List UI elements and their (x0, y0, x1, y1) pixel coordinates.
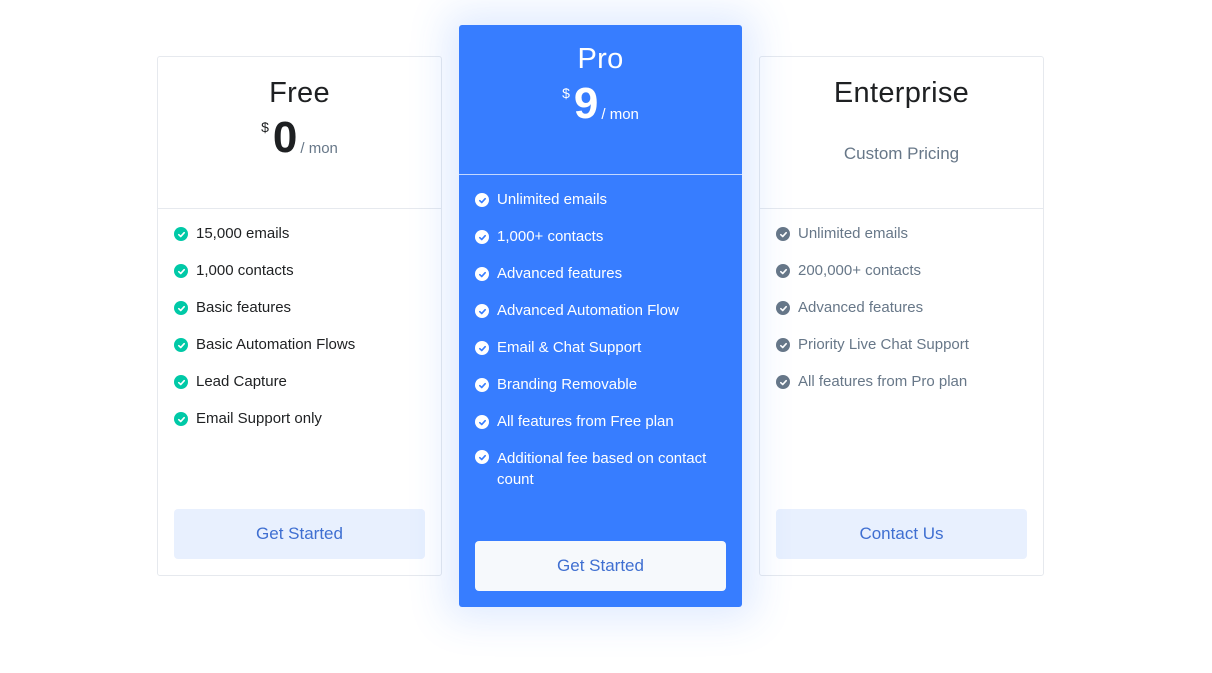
pricing-card-pro: Pro $ 9 / mon Unlimited emails 1,000+ con… (459, 25, 742, 607)
feature-label: Advanced features (497, 265, 623, 282)
feature-item: Priority Live Chat Support (776, 336, 1043, 373)
feature-item: All features from Free plan (475, 413, 742, 450)
feature-label: Basic features (196, 299, 292, 316)
feature-item: 1,000 contacts (174, 262, 441, 299)
feature-label: Additional fee based on contact count (497, 450, 707, 488)
feature-item: 15,000 emails (174, 225, 441, 262)
get-started-button[interactable]: Get Started (174, 509, 425, 559)
feature-label: All features from Free plan (497, 413, 674, 430)
feature-label: Unlimited emails (497, 191, 608, 208)
currency-symbol: $ (562, 85, 570, 101)
feature-item: Email Support only (174, 410, 441, 447)
card-header: Free $ 0 / mon (158, 57, 441, 209)
feature-item: 1,000+ contacts (475, 228, 742, 265)
feature-item: 200,000+ contacts (776, 262, 1043, 299)
plan-title: Enterprise (833, 77, 970, 109)
plan-price: $ 0 / mon (261, 116, 338, 160)
check-circle-icon (174, 412, 188, 426)
card-header: Enterprise Custom Pricing (760, 57, 1043, 209)
feature-label: Email & Chat Support (497, 339, 642, 356)
feature-item: Unlimited emails (776, 225, 1043, 262)
check-circle-icon (475, 415, 489, 429)
feature-label: 15,000 emails (196, 225, 290, 242)
feature-label: 200,000+ contacts (798, 262, 922, 279)
feature-item: Basic features (174, 299, 441, 336)
check-circle-icon (174, 227, 188, 241)
card-header: Pro $ 9 / mon (459, 25, 742, 175)
feature-label: Lead Capture (196, 373, 287, 390)
plan-price: $ 9 / mon (562, 82, 639, 126)
currency-symbol: $ (261, 119, 269, 135)
get-started-button[interactable]: Get Started (475, 541, 726, 591)
custom-pricing-label: Custom Pricing (843, 144, 960, 163)
price-period: / mon (300, 140, 338, 157)
feature-label: All features from Pro plan (798, 373, 968, 390)
check-circle-icon (475, 378, 489, 392)
check-circle-icon (475, 267, 489, 281)
feature-item: Advanced Automation Flow (475, 302, 742, 339)
check-circle-icon (174, 375, 188, 389)
feature-item: Email & Chat Support (475, 339, 742, 376)
pricing-card-free: Free $ 0 / mon 15,000 emails 1,000 contac… (157, 56, 442, 576)
feature-label: Priority Live Chat Support (798, 336, 969, 353)
feature-label: Email Support only (196, 410, 322, 427)
check-circle-icon (776, 338, 790, 352)
price-amount: 9 (573, 79, 599, 128)
feature-label: Unlimited emails (798, 225, 909, 242)
feature-label: 1,000+ contacts (497, 228, 604, 245)
feature-item: Advanced features (776, 299, 1043, 336)
feature-list: 15,000 emails 1,000 contacts Basic feature… (158, 209, 441, 447)
check-circle-icon (475, 450, 489, 464)
feature-item: Additional fee based on contact count (475, 448, 742, 490)
feature-label: Advanced features (798, 299, 924, 316)
check-circle-icon (475, 304, 489, 318)
check-circle-icon (475, 341, 489, 355)
check-circle-icon (776, 301, 790, 315)
feature-label: Advanced Automation Flow (497, 302, 679, 319)
plan-title: Pro (577, 43, 624, 75)
feature-label: Basic Automation Flows (196, 336, 356, 353)
pricing-card-enterprise: Enterprise Custom Pricing Unlimited emai… (759, 56, 1044, 576)
feature-label: Branding Removable (497, 376, 638, 393)
price-period: / mon (601, 106, 639, 123)
check-circle-icon (174, 338, 188, 352)
feature-item: Advanced features (475, 265, 742, 302)
check-circle-icon (174, 264, 188, 278)
feature-list: Unlimited emails 200,000+ contacts Advance… (760, 209, 1043, 410)
check-circle-icon (776, 375, 790, 389)
feature-item: Branding Removable (475, 376, 742, 413)
plan-title: Free (269, 77, 330, 109)
check-circle-icon (174, 301, 188, 315)
feature-item: Unlimited emails (475, 191, 742, 228)
feature-item: All features from Pro plan (776, 373, 1043, 410)
feature-label: 1,000 contacts (196, 262, 294, 279)
price-amount: 0 (272, 113, 298, 162)
feature-item: Lead Capture (174, 373, 441, 410)
check-circle-icon (776, 264, 790, 278)
feature-item: Basic Automation Flows (174, 336, 441, 373)
contact-us-button[interactable]: Contact Us (776, 509, 1027, 559)
check-circle-icon (475, 193, 489, 207)
check-circle-icon (776, 227, 790, 241)
feature-list: Unlimited emails 1,000+ contacts Advanced … (459, 175, 742, 490)
check-circle-icon (475, 230, 489, 244)
